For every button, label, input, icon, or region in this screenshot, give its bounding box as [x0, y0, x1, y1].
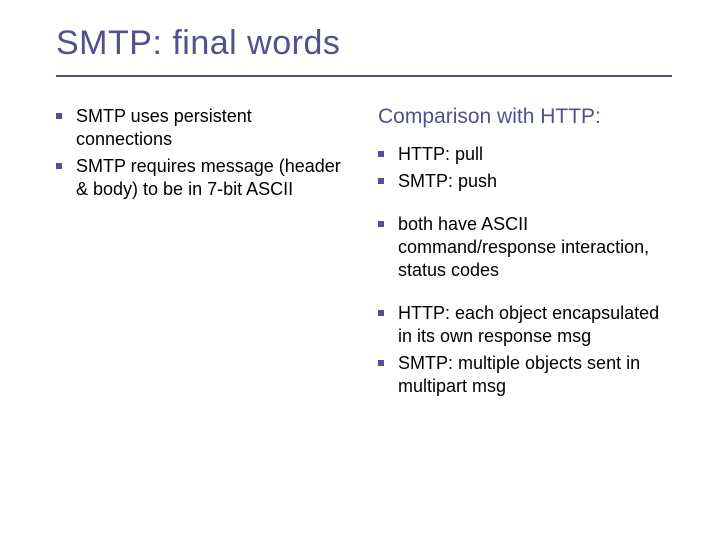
square-bullet-icon: [56, 113, 62, 119]
bullet-text: HTTP: pull: [398, 143, 483, 166]
left-bullet-list: SMTP uses persistent connections SMTP re…: [56, 105, 350, 201]
comparison-heading: Comparison with HTTP:: [378, 105, 672, 129]
bullet-text: both have ASCII command/response interac…: [398, 213, 672, 282]
bullet-text: HTTP: each object encapsulated in its ow…: [398, 302, 672, 348]
two-column-layout: SMTP uses persistent connections SMTP re…: [56, 105, 672, 402]
bullet-text: SMTP: multiple objects sent in multipart…: [398, 352, 672, 398]
right-bullet-group-3: HTTP: each object encapsulated in its ow…: [378, 302, 672, 398]
square-bullet-icon: [378, 221, 384, 227]
list-item: HTTP: each object encapsulated in its ow…: [378, 302, 672, 348]
spacer: [378, 286, 672, 302]
square-bullet-icon: [378, 151, 384, 157]
list-item: HTTP: pull: [378, 143, 672, 166]
bullet-text: SMTP requires message (header & body) to…: [76, 155, 350, 201]
list-item: SMTP: multiple objects sent in multipart…: [378, 352, 672, 398]
square-bullet-icon: [56, 163, 62, 169]
list-item: SMTP requires message (header & body) to…: [56, 155, 350, 201]
title-underline: [56, 75, 672, 77]
left-column: SMTP uses persistent connections SMTP re…: [56, 105, 350, 402]
right-bullet-group-1: HTTP: pull SMTP: push: [378, 143, 672, 193]
list-item: both have ASCII command/response interac…: [378, 213, 672, 282]
spacer: [378, 197, 672, 213]
right-column: Comparison with HTTP: HTTP: pull SMTP: p…: [378, 105, 672, 402]
right-bullet-group-2: both have ASCII command/response interac…: [378, 213, 672, 282]
list-item: SMTP uses persistent connections: [56, 105, 350, 151]
bullet-text: SMTP: push: [398, 170, 497, 193]
slide: SMTP: final words SMTP uses persistent c…: [0, 0, 720, 540]
slide-title: SMTP: final words: [56, 24, 672, 71]
square-bullet-icon: [378, 178, 384, 184]
square-bullet-icon: [378, 310, 384, 316]
list-item: SMTP: push: [378, 170, 672, 193]
square-bullet-icon: [378, 360, 384, 366]
bullet-text: SMTP uses persistent connections: [76, 105, 350, 151]
